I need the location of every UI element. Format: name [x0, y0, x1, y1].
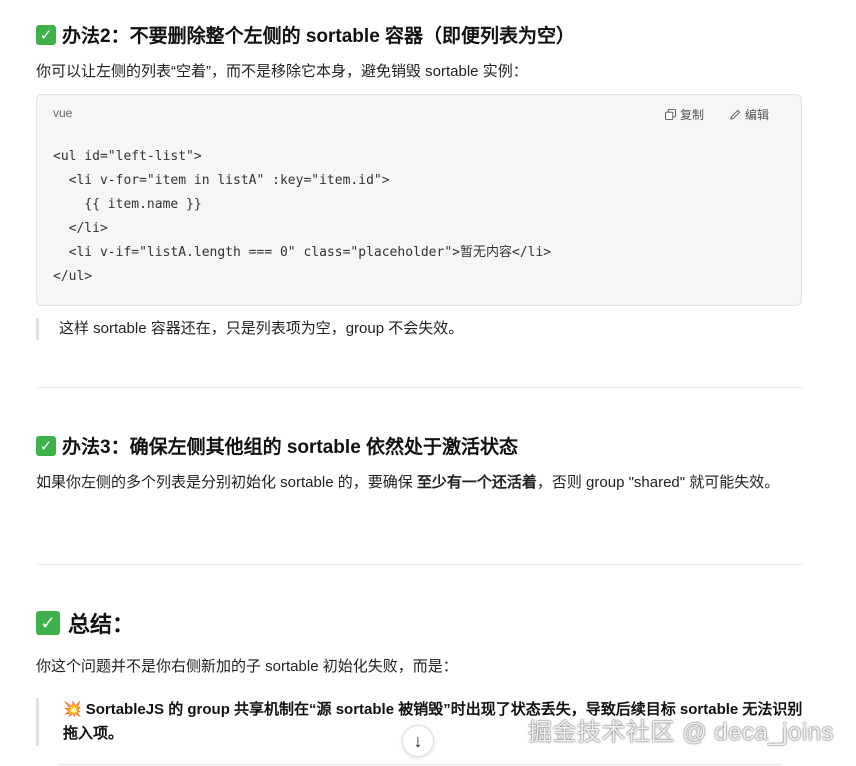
check-icon: ✓: [36, 611, 60, 635]
scroll-down-button[interactable]: ↓: [402, 725, 434, 757]
divider: [36, 387, 804, 388]
edit-label: 编辑: [744, 108, 769, 122]
copy-icon: [664, 109, 676, 120]
heading-method-3-text: 办法3：确保左侧其他组的 sortable 依然处于激活状态: [62, 437, 519, 458]
copy-label: 复制: [679, 108, 704, 122]
code-language-label: vue: [53, 106, 73, 120]
method-3-text: 如果你左侧的多个列表是分别初始化 sortable 的，要确保 至少有一个还活着…: [36, 469, 806, 497]
code-content[interactable]: <ul id="left-list"> <li v-for="item in l…: [53, 145, 551, 289]
heading-method-2-text: 办法2：不要删除整个左侧的 sortable 容器（即便列表为空）: [62, 26, 576, 47]
collision-icon: 💥: [63, 701, 82, 718]
heading-summary-text: 总结：: [68, 612, 135, 637]
method-2-note: 这样 sortable 容器还在，只是列表项为空，group 不会失效。: [36, 318, 463, 340]
method-3-text-before: 如果你左侧的多个列表是分别初始化 sortable 的，要确保: [36, 474, 417, 491]
code-block: vue 复制 编辑 <ul id="left-list"> <li v-for=…: [36, 94, 802, 306]
arrow-down-icon: ↓: [413, 730, 423, 751]
code-line: </li>: [53, 221, 108, 236]
heading-method-3: ✓ 办法3：确保左侧其他组的 sortable 依然处于激活状态: [36, 432, 518, 459]
code-actions: 复制 编辑: [664, 106, 769, 123]
heading-method-2: ✓ 办法2：不要删除整个左侧的 sortable 容器（即便列表为空）: [36, 21, 575, 48]
summary-intro: 你这个问题并不是你右侧新加的子 sortable 初始化失败，而是：: [36, 658, 458, 675]
copy-button[interactable]: 复制: [664, 106, 704, 123]
watermark: 掘金技术社区 @ deca_joins: [528, 719, 834, 746]
code-line: {{ item.name }}: [53, 197, 202, 212]
method-3-text-after: ，否则 group "shared" 就可能失效。: [536, 474, 780, 491]
check-icon: ✓: [36, 435, 56, 456]
code-line: <ul id="left-list">: [53, 149, 202, 164]
code-line: </ul>: [53, 269, 93, 284]
method-3-text-bold: 至少有一个还活着: [416, 474, 537, 491]
heading-summary: ✓ 总结：: [36, 607, 134, 639]
divider: [58, 764, 782, 765]
edit-icon: [730, 109, 741, 120]
method-2-intro: 你可以让左侧的列表“空着”，而不是移除它本身，避免销毁 sortable 实例：: [36, 63, 528, 80]
edit-button[interactable]: 编辑: [730, 106, 769, 123]
check-icon: ✓: [36, 24, 56, 45]
code-line: <li v-if="listA.length === 0" class="pla…: [53, 245, 552, 260]
divider: [36, 564, 804, 565]
code-line: <li v-for="item in listA" :key="item.id"…: [53, 173, 390, 188]
